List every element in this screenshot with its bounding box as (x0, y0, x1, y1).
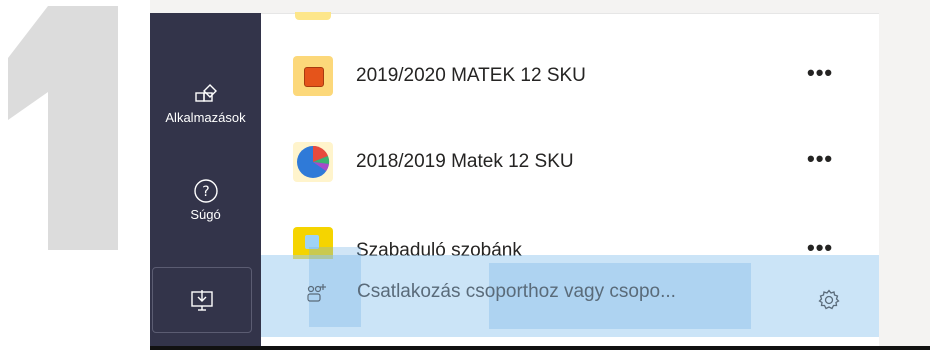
rail-item-apps[interactable]: Alkalmazások (150, 83, 261, 125)
bottom-border (150, 346, 930, 350)
join-or-create-team-link[interactable]: Csatlakozás csoporthoz vagy csopo... (357, 281, 676, 303)
gear-icon[interactable] (817, 288, 841, 312)
rail-item-help[interactable]: ? Súgó (150, 178, 261, 222)
team-row[interactable]: 2019/2020 MATEK 12 SKU ••• (261, 48, 879, 104)
svg-text:?: ? (202, 184, 209, 200)
more-options-button[interactable]: ••• (807, 134, 833, 190)
help-icon: ? (193, 179, 218, 203)
top-gap (150, 0, 930, 13)
footer-bar: Csatlakozás csoporthoz vagy csopo... (261, 247, 879, 350)
step-number-graphic: 1 (0, 0, 150, 350)
partial-team-avatar (295, 12, 331, 20)
team-avatar (293, 142, 333, 182)
apps-icon (194, 84, 217, 102)
team-name: Szabaduló szobánk (356, 240, 522, 259)
team-avatar (293, 56, 333, 96)
right-background (879, 13, 930, 350)
left-rail: Alkalmazások ? Súgó (150, 13, 261, 350)
join-team-icon (307, 284, 326, 302)
more-options-button[interactable]: ••• (807, 223, 833, 259)
rail-item-label: Alkalmazások (165, 110, 246, 125)
more-options-button[interactable]: ••• (807, 48, 833, 104)
team-name: 2018/2019 Matek 12 SKU (356, 151, 574, 172)
team-name: 2019/2020 MATEK 12 SKU (356, 65, 586, 86)
rail-item-label: Súgó (190, 207, 221, 222)
team-row[interactable]: 2018/2019 Matek 12 SKU ••• (261, 134, 879, 190)
download-app-icon (191, 290, 213, 311)
download-app-button[interactable] (152, 267, 252, 333)
